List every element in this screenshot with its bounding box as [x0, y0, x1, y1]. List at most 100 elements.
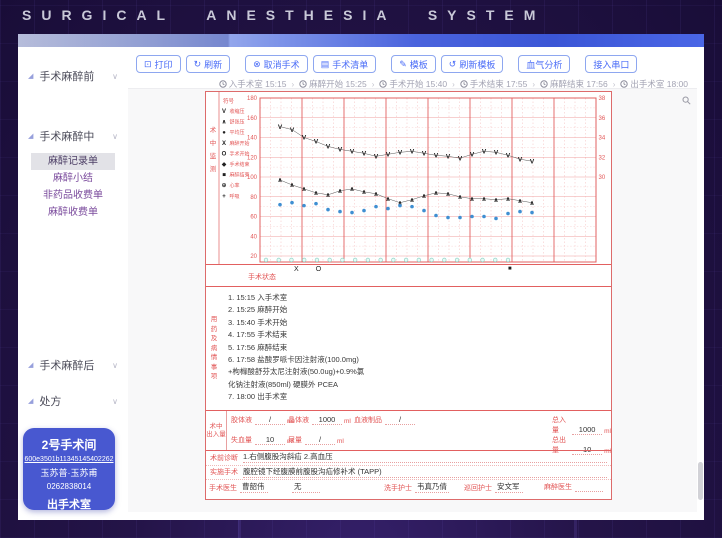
fluid-field: 胶体液/ml: [231, 415, 294, 425]
fluids-label-line2: 出入量: [206, 431, 226, 439]
svg-text:30: 30: [599, 175, 606, 181]
fluid-field: 晶体液1000ml: [288, 415, 351, 425]
sidebar-group-prescription[interactable]: ◢ 处方 ∨: [18, 393, 128, 409]
triangle-icon: ◢: [28, 361, 33, 369]
event-mark-手术开始: O: [316, 266, 321, 273]
svg-text:180: 180: [247, 96, 258, 102]
staff-field-value: [575, 491, 603, 492]
svg-text:∧: ∧: [421, 193, 426, 200]
svg-text:V: V: [278, 124, 283, 131]
note-line: +枸橼酸舒芬太尼注射液(50.0ug)+0.9%氯: [228, 366, 607, 378]
notes-label-char: 药: [208, 325, 220, 335]
svg-text:V: V: [446, 153, 451, 160]
svg-text:V: V: [506, 152, 511, 159]
chevron-down-icon: ∨: [112, 132, 118, 141]
svg-text:测: 测: [210, 165, 217, 173]
template-button[interactable]: ✎模板: [391, 55, 436, 73]
sidebar-item-麻醉小结[interactable]: 麻醉小结: [31, 170, 115, 187]
notes-label-char: 用: [208, 315, 220, 325]
staff-field-label: 麻醉医生: [544, 482, 572, 492]
fluids-vertical-label: 术中 出入量: [206, 411, 227, 450]
notes-label-char: 病: [208, 344, 220, 354]
sidebar: ◢ 手术麻醉前 ∨ ◢ 手术麻醉中 ∨ 麻醉记录单麻醉小结非药品收费单麻醉收费单…: [18, 47, 128, 520]
note-line: 3. 15:40 手术开始: [228, 317, 607, 329]
staff-field-label: 巡回护士: [464, 483, 492, 493]
svg-text:■: ■: [222, 173, 226, 179]
svg-text:38: 38: [599, 96, 606, 102]
svg-text:收缩压: 收缩压: [230, 108, 245, 115]
svg-text:∧: ∧: [301, 186, 306, 193]
svg-text:●: ●: [222, 130, 226, 136]
info-section: 术前诊断 1.右侧腹股沟斜疝 2.高血压 实施手术 腹腔镜下经腹膜前腹股沟疝修补…: [206, 450, 611, 499]
svg-text:∧: ∧: [445, 191, 450, 198]
refresh-template-button[interactable]: ↺刷新模板: [441, 55, 504, 73]
print-button[interactable]: ⊡打印: [136, 55, 181, 73]
svg-text:∧: ∧: [493, 197, 498, 204]
svg-text:∧: ∧: [289, 182, 294, 189]
svg-text:V: V: [482, 149, 487, 156]
svg-text:V: V: [326, 144, 331, 151]
svg-text:V: V: [398, 150, 403, 157]
sidebar-group-label: 手术麻醉中: [39, 128, 94, 144]
sidebar-item-麻醉收费单[interactable]: 麻醉收费单: [31, 204, 115, 221]
sidebar-group-post-anesthesia[interactable]: ◢ 手术麻醉后 ∨: [18, 357, 128, 373]
scrollbar-thumb[interactable]: [698, 462, 703, 500]
triangle-icon: ◢: [28, 72, 33, 80]
sidebar-group-label: 手术麻醉前: [39, 68, 94, 84]
sidebar-group-label: 处方: [39, 393, 61, 409]
fluids-section: 术中 出入量 胶体液/ml晶体液1000ml血液制品/总入量1000ml 失血量…: [206, 410, 611, 450]
surgery-list-button[interactable]: ▤手术清单: [313, 55, 377, 73]
refresh-button[interactable]: ↻刷新: [186, 55, 231, 73]
svg-text:∧: ∧: [313, 190, 318, 197]
sidebar-submenu: 麻醉记录单麻醉小结非药品收费单麻醉收费单: [18, 153, 128, 221]
triangle-icon: ◢: [28, 132, 33, 140]
svg-text:V: V: [470, 151, 475, 158]
expand-icon[interactable]: [682, 92, 691, 110]
app-title: SURGICAL ANESTHESIA SYSTEM: [22, 7, 545, 23]
serial-port-button[interactable]: 接入串口: [585, 55, 637, 73]
window-top-gradient-bar: [18, 34, 704, 47]
sidebar-group-during-anesthesia[interactable]: ◢ 手术麻醉中 ∨: [18, 128, 128, 144]
chart-status-row: 手术状态 XO■: [206, 264, 611, 287]
exit-operating-room-button[interactable]: 出手术室: [23, 496, 115, 512]
clock-icon: [379, 80, 387, 88]
staff-field: 无: [292, 482, 320, 493]
svg-text:V: V: [302, 135, 307, 142]
list-icon: ▤: [321, 59, 330, 70]
fluid-field-label: 血液制品: [354, 415, 382, 425]
sidebar-item-麻醉记录单[interactable]: 麻醉记录单: [31, 153, 115, 170]
notes-lines: 1. 15:15 入手术室2. 15:25 麻醉开始3. 15:40 手术开始4…: [228, 292, 607, 404]
cancel-surgery-button[interactable]: ⊗取消手术: [245, 55, 308, 73]
patient-name: 玉苏普·玉苏甫: [23, 466, 115, 479]
svg-text:∧: ∧: [469, 196, 474, 203]
edit-icon: ✎: [399, 59, 407, 70]
svg-text:40: 40: [250, 234, 257, 240]
svg-text:◆: ◆: [222, 162, 227, 168]
svg-text:36: 36: [599, 116, 606, 122]
sidebar-item-非药品收费单[interactable]: 非药品收费单: [31, 187, 115, 204]
sidebar-group-pre-anesthesia[interactable]: ◢ 手术麻醉前 ∨: [18, 68, 128, 84]
clock-icon: [540, 80, 548, 88]
svg-text:舒张压: 舒张压: [230, 119, 245, 126]
staff-row: 手术医生曹韶伟无洗手护士韦真乃倩巡回护士安文军麻醉医生: [206, 480, 611, 495]
svg-text:中: 中: [210, 138, 217, 147]
svg-text:34: 34: [599, 136, 606, 142]
fluid-field-value: 10: [255, 435, 285, 445]
svg-text:X: X: [222, 141, 226, 147]
blood-gas-button[interactable]: 血气分析: [518, 55, 570, 73]
desktop-background: SURGICAL ANESTHESIA SYSTEM ◢ 手术麻醉前 ∨ ◢ 手…: [0, 0, 722, 538]
svg-text:V: V: [494, 150, 499, 157]
svg-text:⊕: ⊕: [221, 183, 226, 189]
svg-text:手术开始: 手术开始: [230, 150, 250, 157]
staff-field: 洗手护士韦真乃倩: [384, 482, 449, 493]
svg-text:麻醉开始: 麻醉开始: [230, 140, 250, 147]
operation-label: 实施手术: [210, 467, 238, 477]
template-button-label: 模板: [410, 58, 428, 71]
fluid-field-value: /: [385, 415, 415, 425]
svg-text:60: 60: [250, 215, 257, 221]
chevron-down-icon: ∨: [112, 397, 118, 406]
surgery-list-button-label: 手术清单: [332, 58, 368, 71]
staff-field-value: 安文军: [495, 482, 523, 493]
refresh-icon: ↻: [194, 59, 202, 70]
svg-text:160: 160: [247, 116, 258, 122]
